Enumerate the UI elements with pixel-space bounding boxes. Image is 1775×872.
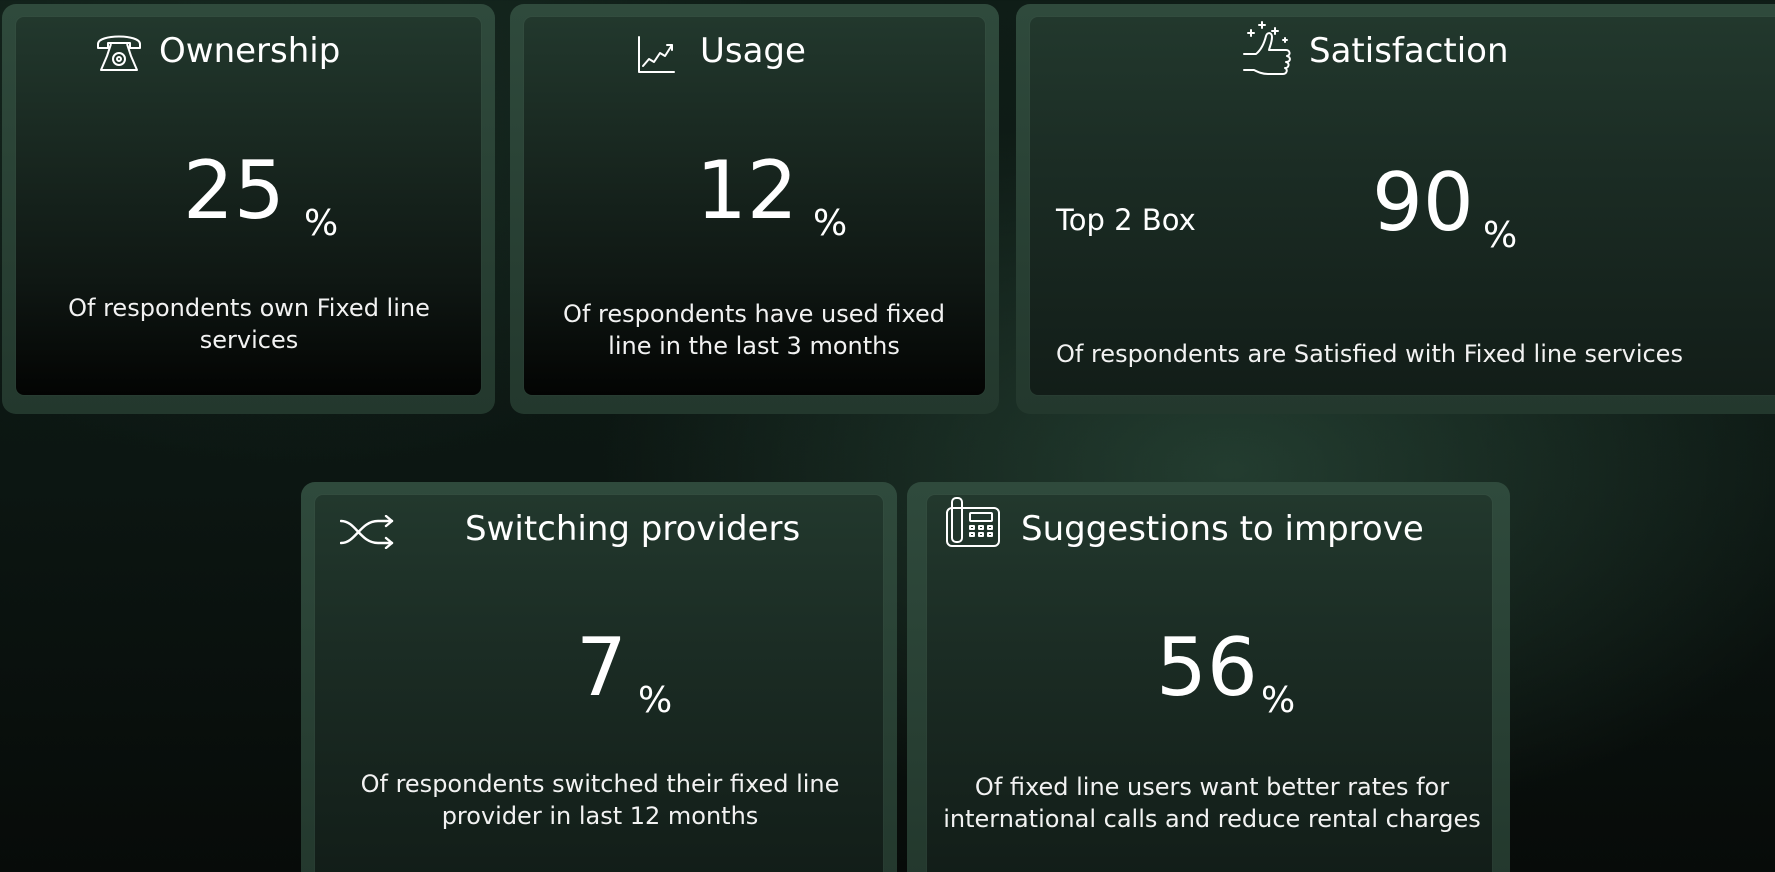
usage-description: Of respondents have used fixed line in t…	[563, 300, 945, 360]
usage-percent: %	[813, 203, 848, 244]
ownership-card: Ownership 25 % Of respondents own Fixed …	[2, 4, 495, 414]
switching-card: Switching providers 7 % Of respondents s…	[301, 482, 897, 872]
suggestions-percent: %	[1261, 680, 1296, 721]
satisfaction-value: 90	[1372, 156, 1474, 249]
satisfaction-description: Of respondents are Satisfied with Fixed …	[1056, 340, 1683, 368]
usage-title: Usage	[700, 31, 806, 71]
shuffle-icon	[340, 515, 396, 549]
satisfaction-title: Satisfaction	[1309, 31, 1509, 71]
switching-value: 7	[576, 621, 627, 714]
suggestions-description: Of fixed line users want better rates fo…	[943, 773, 1481, 833]
suggestions-card: Suggestions to improve 56 % Of fixed lin…	[907, 482, 1510, 872]
switching-percent: %	[638, 680, 673, 721]
satisfaction-card: Satisfaction Top 2 Box 90 % Of responden…	[1016, 4, 1775, 414]
ownership-title: Ownership	[159, 31, 341, 71]
ownership-description: Of respondents own Fixed line services	[68, 294, 430, 354]
satisfaction-percent: %	[1483, 215, 1518, 256]
usage-value: 12	[696, 144, 798, 237]
suggestions-value: 56	[1156, 621, 1258, 714]
top-2-box-label: Top 2 Box	[1056, 203, 1196, 237]
thumbs-up-sparkle-icon	[1242, 20, 1300, 82]
line-chart-icon	[637, 36, 675, 74]
ownership-percent: %	[304, 203, 339, 244]
switching-description: Of respondents switched their fixed line…	[360, 770, 840, 830]
telephone-icon	[95, 30, 143, 76]
desk-phone-icon	[946, 496, 1000, 548]
switching-title: Switching providers	[465, 509, 801, 549]
usage-card: Usage 12 % Of respondents have used fixe…	[510, 4, 999, 414]
suggestions-title: Suggestions to improve	[1021, 509, 1424, 549]
ownership-value: 25	[183, 144, 285, 237]
